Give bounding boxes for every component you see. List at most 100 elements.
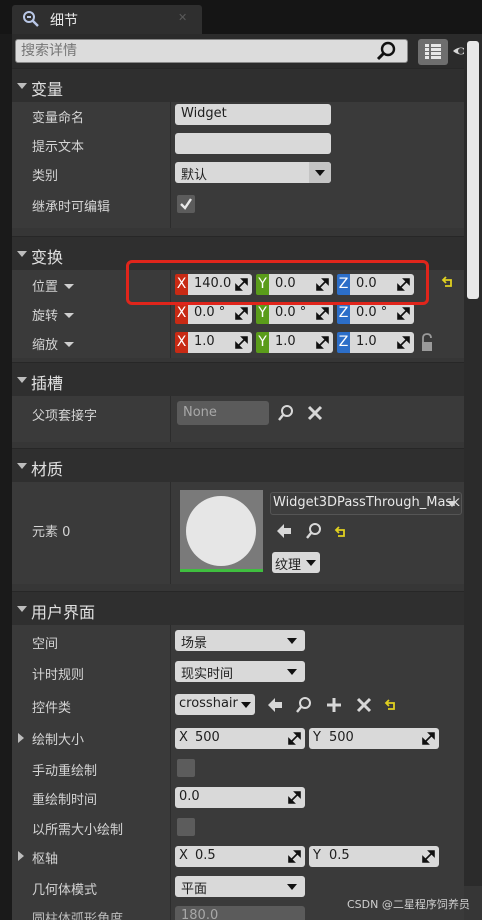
section-user-interface[interactable]: 用户界面 — [12, 591, 464, 625]
texture-dropdown[interactable]: 纹理 — [272, 552, 320, 573]
parent-socket-field[interactable]: None — [177, 401, 269, 425]
collapse-arrow-icon[interactable] — [17, 83, 27, 89]
element-label: 元素 0 — [32, 525, 71, 540]
drag-arrows-icon[interactable] — [422, 850, 435, 863]
column-divider — [170, 482, 171, 584]
reset-to-default-icon[interactable] — [384, 699, 398, 713]
reset-to-default-icon[interactable] — [441, 276, 455, 290]
collapse-arrow-icon[interactable] — [17, 606, 27, 612]
expand-arrow-icon[interactable] — [18, 851, 24, 861]
redraw-time-label: 重绘制时间 — [32, 793, 98, 808]
pivot-x-input[interactable]: X 0.5 — [175, 846, 305, 867]
tooltip-input[interactable] — [175, 133, 331, 154]
timing-dropdown[interactable]: 现实时间 — [175, 661, 305, 682]
view-options-button[interactable] — [418, 39, 448, 65]
reset-to-default-icon[interactable] — [334, 526, 348, 540]
drag-arrows-icon[interactable] — [316, 307, 329, 320]
chevron-down-icon — [287, 884, 297, 890]
cylinder-arc-input[interactable]: 180.0 — [175, 906, 305, 920]
clear-x-icon[interactable] — [355, 696, 373, 714]
drag-arrows-icon[interactable] — [288, 732, 301, 745]
use-selected-arrow-icon[interactable] — [275, 522, 293, 540]
rotation-y-input[interactable]: 0.0 ° — [269, 303, 333, 324]
expand-arrow-icon[interactable] — [18, 733, 24, 743]
search-input[interactable] — [21, 42, 361, 60]
geometry-mode-dropdown[interactable]: 平面 — [175, 876, 305, 897]
chevron-down-icon — [309, 162, 331, 183]
rotation-x-input[interactable]: 0.0 ° — [188, 303, 252, 324]
browse-search-icon[interactable] — [305, 522, 323, 540]
manual-redraw-checkbox[interactable] — [177, 759, 195, 777]
chevron-down-icon — [447, 501, 457, 507]
scale-z-input[interactable]: 1.0 — [350, 332, 414, 353]
collapse-arrow-icon[interactable] — [17, 251, 27, 257]
section-material[interactable]: 材质 — [12, 448, 464, 482]
space-value: 场景 — [181, 636, 208, 651]
details-search-icon — [23, 11, 39, 27]
widget-class-value: crosshair — [179, 696, 238, 711]
material-preview-sphere — [186, 496, 256, 566]
cylinder-arc-label: 圆柱体弧形角度 — [32, 912, 124, 920]
chevron-down-icon — [306, 560, 316, 566]
tab-details[interactable]: 细节 ✕ — [12, 5, 202, 34]
scrollbar-thumb[interactable] — [467, 41, 479, 299]
material-row: 元素 0 Widget3DPassThrough_Mask 纹理 — [12, 482, 464, 584]
drag-arrows-icon[interactable] — [316, 336, 329, 349]
search-icon[interactable] — [376, 41, 398, 61]
editable-checkbox[interactable] — [177, 195, 195, 213]
material-thumbnail[interactable] — [180, 490, 263, 572]
category-dropdown[interactable]: 默认 — [175, 162, 331, 183]
collapse-arrow-icon[interactable] — [17, 463, 27, 469]
tab-bar: 细节 ✕ — [0, 0, 482, 34]
rotation-z-input[interactable]: 0.0 ° — [350, 303, 414, 324]
geometry-mode-label: 几何体模式 — [32, 883, 98, 898]
scale-label[interactable]: 缩放 — [32, 334, 75, 353]
material-dropdown[interactable]: Widget3DPassThrough_Mask — [270, 492, 462, 515]
scale-y-input[interactable]: 1.0 — [269, 332, 333, 353]
timing-label: 计时规则 — [32, 668, 85, 683]
drag-arrows-icon[interactable] — [397, 307, 410, 320]
search-box[interactable] — [15, 39, 408, 63]
drag-arrows-icon[interactable] — [422, 732, 435, 745]
pivot-y-input[interactable]: Y 0.5 — [309, 846, 439, 867]
drag-arrows-icon[interactable] — [288, 791, 301, 804]
rotation-label[interactable]: 旋转 — [32, 305, 75, 324]
lock-icon[interactable] — [419, 333, 437, 353]
scale-x-input[interactable]: 1.0 — [188, 332, 252, 353]
draw-size-y-input[interactable]: Y 500 — [309, 728, 439, 749]
column-divider — [170, 102, 171, 228]
drag-arrows-icon[interactable] — [288, 850, 301, 863]
category-label: 类别 — [32, 169, 59, 184]
scale-x-axis: X — [175, 332, 188, 353]
browse-search-icon[interactable] — [277, 404, 295, 422]
use-selected-arrow-icon[interactable] — [266, 696, 284, 714]
widget-class-dropdown[interactable]: crosshair — [175, 694, 255, 715]
space-dropdown[interactable]: 场景 — [175, 630, 305, 651]
redraw-time-input[interactable]: 0.0 — [175, 787, 305, 808]
draw-size-x-input[interactable]: X 500 — [175, 728, 305, 749]
drag-arrows-icon[interactable] — [235, 307, 248, 320]
section-title: 变换 — [31, 248, 64, 267]
drag-arrows-icon[interactable] — [397, 336, 410, 349]
ui-rows: 空间 场景 计时规则 现实时间 控件类 crosshair 绘制大小 X 500 … — [12, 625, 464, 920]
rotation-y-axis: Y — [256, 303, 269, 324]
clear-x-icon[interactable] — [306, 404, 324, 422]
close-icon[interactable]: ✕ — [178, 12, 188, 23]
texture-button-label: 纹理 — [275, 558, 302, 573]
section-variable[interactable]: 变量 — [12, 68, 464, 102]
browse-search-icon[interactable] — [295, 696, 313, 714]
draw-desired-size-checkbox[interactable] — [177, 818, 195, 836]
chevron-down-icon — [287, 638, 297, 644]
collapse-arrow-icon[interactable] — [17, 377, 27, 383]
rotation-z-axis: Z — [337, 303, 350, 324]
column-divider — [170, 625, 171, 920]
drag-arrows-icon[interactable] — [235, 336, 248, 349]
section-title: 材质 — [31, 460, 64, 479]
socket-row: 父项套接字 None — [12, 396, 464, 442]
add-plus-icon[interactable] — [325, 696, 343, 714]
section-title: 变量 — [31, 80, 64, 99]
variable-name-input[interactable]: Widget — [175, 104, 331, 125]
chevron-down-icon — [287, 669, 297, 675]
section-socket[interactable]: 插槽 — [12, 362, 464, 396]
location-label[interactable]: 位置 — [32, 276, 75, 295]
